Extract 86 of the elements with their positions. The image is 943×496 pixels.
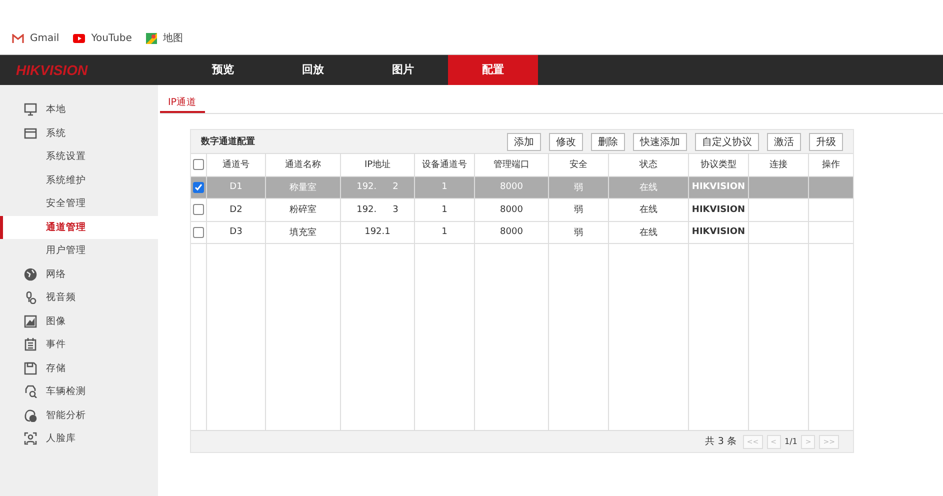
column-header: 通道号	[222, 158, 250, 172]
sidebar-item[interactable]: 用户管理	[0, 239, 158, 262]
row-checkbox[interactable]	[193, 204, 204, 216]
table-cell: 192.1	[364, 227, 390, 238]
sidebar-item[interactable]: 事件	[0, 333, 158, 356]
row-checkbox[interactable]	[193, 226, 204, 238]
column-header: 通道名称	[285, 158, 321, 172]
table-cell-text: 称量室	[290, 182, 316, 194]
table-cell-text: 弱	[574, 182, 583, 194]
nav-tab[interactable]: 图片	[358, 55, 448, 85]
column-header: 状态	[640, 158, 658, 172]
table-cell: D2	[230, 204, 242, 215]
column-header: 设备通道号	[422, 158, 467, 172]
column-header: 协议类型	[700, 158, 736, 172]
face-icon	[24, 432, 37, 446]
table-cell: D3	[230, 227, 242, 238]
bookmark-link[interactable]: 地图	[162, 31, 183, 45]
mail-icon	[12, 34, 24, 42]
table-cell: 8000	[500, 227, 523, 238]
table-cell-text: 弱	[574, 204, 583, 216]
table-cell: 1	[442, 227, 448, 238]
table-cell-text: 填充室	[290, 226, 316, 239]
table-cell: HIKVISION	[692, 227, 746, 238]
toolbar-button[interactable]: 添加	[507, 132, 541, 150]
sidebar-item[interactable]: 存储	[0, 356, 158, 380]
tab[interactable]: IP通道	[160, 95, 205, 113]
column-header: 操作	[822, 158, 840, 172]
nav-tab[interactable]: 配置	[448, 55, 538, 85]
play-icon	[73, 34, 86, 42]
sidebar-item[interactable]: 安全管理	[0, 192, 158, 216]
window-icon	[24, 126, 37, 140]
row-checkbox[interactable]	[193, 182, 204, 193]
toolbar-button[interactable]: 升级	[809, 132, 843, 150]
table-cell-text: 弱	[574, 226, 583, 239]
logo: HIKVISION	[15, 62, 89, 78]
column-header: 安全	[570, 158, 588, 172]
table-cell: HIKVISION	[692, 182, 746, 192]
panel-title: 数字通道配置	[201, 135, 255, 148]
column-header: 连接	[770, 158, 788, 172]
table-cell: 192.	[356, 204, 377, 215]
sidebar-item[interactable]: 车辆检测	[0, 380, 158, 404]
toolbar-button[interactable]: 激活	[767, 132, 801, 150]
sidebar-item[interactable]: 系统	[0, 122, 158, 145]
page-number: 1/1	[784, 437, 798, 446]
sidebar-item[interactable]: 系统设置	[0, 145, 158, 168]
table-cell: 3	[392, 204, 398, 215]
toolbar-button[interactable]: 删除	[591, 132, 625, 150]
table-cell: 8000	[500, 182, 523, 192]
sidebar-item[interactable]: 图像	[0, 310, 158, 333]
nav-tab[interactable]: 回放	[268, 55, 358, 85]
table-cell: 8000	[500, 204, 523, 215]
mic-icon	[24, 291, 37, 304]
table-cell: 1	[442, 204, 448, 215]
image-icon	[24, 314, 37, 328]
globe-icon	[24, 268, 37, 281]
calendar-icon	[24, 338, 37, 352]
nav-tab[interactable]: 预览	[178, 55, 268, 85]
sidebar-item[interactable]: 网络	[0, 262, 158, 286]
column-header: 管理端口	[494, 158, 530, 172]
sidebar-item[interactable]: 本地	[0, 98, 158, 122]
sidebar-item[interactable]: 系统维护	[0, 168, 158, 192]
table-cell-text: 粉碎室	[290, 204, 316, 216]
sidebar-item[interactable]: 智能分析	[0, 404, 158, 427]
table-cell: D1	[230, 182, 242, 192]
table-cell: 2	[392, 182, 398, 192]
table-cell: 192.	[356, 182, 377, 192]
table-cell-text: 在线	[640, 182, 658, 194]
toolbar-button[interactable]: 修改	[549, 132, 583, 150]
column-header: IP地址	[364, 158, 391, 172]
table-cell: HIKVISION	[692, 204, 746, 215]
select-all-checkbox[interactable]	[193, 159, 204, 170]
table-row[interactable]: D3 填充室 192.1 1 8000 弱 在线 HIKVISION	[191, 222, 853, 244]
bookmark-link[interactable]: Gmail	[30, 32, 60, 44]
map-icon	[146, 32, 157, 44]
bookmark-link[interactable]: YouTube	[91, 32, 132, 44]
sidebar-item[interactable]: 通道管理	[0, 216, 158, 239]
record-count: 共 3 条	[704, 435, 737, 448]
sidebar-item[interactable]: 人脸库	[0, 427, 158, 450]
toolbar-button[interactable]: 快速添加	[633, 132, 687, 150]
sidebar-item[interactable]: 视音频	[0, 286, 158, 310]
table-cell: 1	[442, 182, 448, 192]
toolbar-button[interactable]: 自定义协议	[695, 132, 759, 150]
monitor-icon	[24, 103, 37, 116]
table-cell-text: 在线	[640, 204, 658, 216]
table-cell-text: 在线	[640, 226, 658, 239]
table-row[interactable]: D2 粉碎室 192. 3 1 8000 弱 在线 HIKVISION	[191, 199, 853, 222]
